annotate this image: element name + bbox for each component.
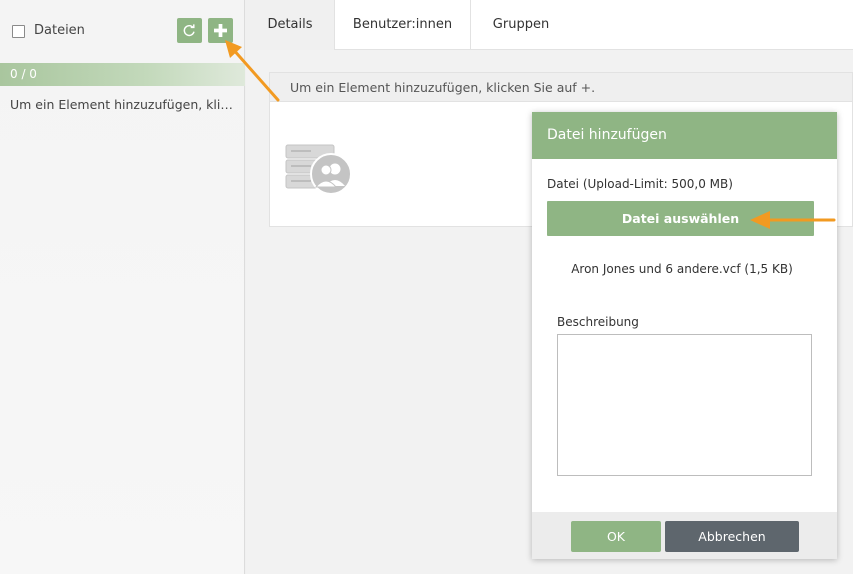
file-list-header: Dateien [0, 0, 245, 63]
tab-users[interactable]: Benutzer:innen [334, 0, 471, 50]
empty-list-hint: Um ein Element hinzuzufügen, klicken Sie… [10, 97, 238, 112]
add-file-button[interactable] [208, 18, 233, 43]
tab-groups[interactable]: Gruppen [471, 0, 571, 50]
dialog-title: Datei hinzufügen [532, 112, 837, 159]
item-counter: 0 / 0 [0, 63, 245, 86]
upload-label: Datei (Upload-Limit: 500,0 MB) [547, 177, 733, 191]
file-list-title: Dateien [34, 23, 85, 38]
dialog-footer: OK Abbrechen [532, 512, 837, 559]
tab-details[interactable]: Details [246, 0, 334, 50]
select-all-checkbox[interactable] [12, 25, 25, 38]
description-field[interactable] [557, 334, 812, 476]
tab-bar: Details Benutzer:innen Gruppen [246, 0, 853, 50]
cancel-button[interactable]: Abbrechen [665, 521, 799, 552]
choose-file-button[interactable]: Datei auswählen [547, 201, 814, 236]
description-label: Beschreibung [557, 315, 639, 329]
refresh-button[interactable] [177, 18, 202, 43]
add-file-dialog: Datei hinzufügen Datei (Upload-Limit: 50… [532, 112, 837, 559]
info-message: Um ein Element hinzuzufügen, klicken Sie… [269, 72, 853, 102]
plus-icon [214, 24, 227, 37]
server-users-icon [285, 144, 352, 195]
selected-file-name: Aron Jones und 6 andere.vcf (1,5 KB) [571, 262, 793, 276]
dialog-body: Datei (Upload-Limit: 500,0 MB) Datei aus… [532, 159, 837, 512]
ok-button[interactable]: OK [571, 521, 661, 552]
refresh-icon [183, 24, 195, 37]
file-list-panel: Dateien 0 / 0 Um ein Element hinzuzufüge… [0, 0, 245, 574]
